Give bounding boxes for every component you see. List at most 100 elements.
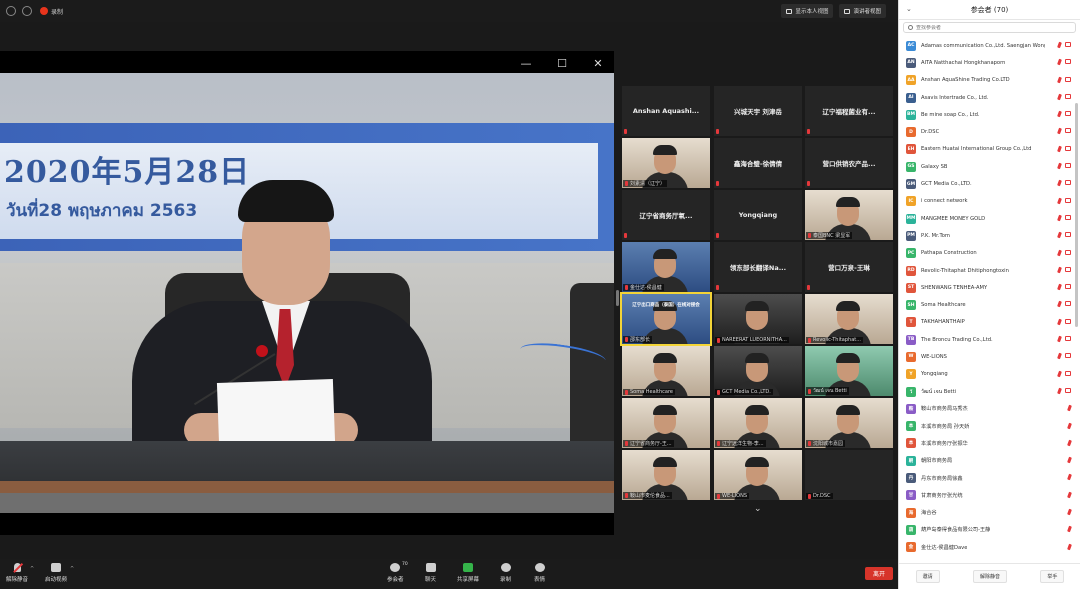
shield-icon[interactable] bbox=[22, 6, 32, 16]
participant-row[interactable]: MM MANGMEE MONEY GOLD bbox=[899, 210, 1080, 227]
participant-row[interactable]: 金金仕达-侯昌健Dave bbox=[899, 539, 1080, 556]
participant-row[interactable]: RD Revolic-Thitaphat Dhitiphongtoxin bbox=[899, 262, 1080, 279]
leave-meeting-button[interactable]: 离开 bbox=[865, 567, 893, 580]
video-options-chevron-icon[interactable]: ^ bbox=[70, 566, 74, 572]
gallery-tile[interactable]: 鑫海合璧-徐倩倩 bbox=[714, 138, 802, 188]
participant-search[interactable] bbox=[903, 22, 1076, 33]
gallery-tile[interactable]: Soma Healthcare bbox=[622, 346, 710, 396]
gallery-tile[interactable]: 沈阳城市嘉园 bbox=[805, 398, 893, 448]
gallery-tile[interactable]: 鞍山市麦伦食品... bbox=[622, 450, 710, 500]
tile-name-text: วัฒน์ เจน Betti bbox=[813, 388, 847, 394]
close-button[interactable]: ✕ bbox=[592, 57, 604, 70]
participant-row[interactable]: GM GCT Media Co.,LTD. bbox=[899, 175, 1080, 192]
participant-row[interactable]: AA Anshan AquaShine Trading Co.LTD bbox=[899, 72, 1080, 89]
participant-name: AITA Natthachai Hongkhanaporn bbox=[921, 59, 1006, 66]
tile-name-text: 邵东部长 bbox=[630, 337, 651, 343]
participant-row[interactable]: AC Adamas communication Co.,Ltd. Saengjan… bbox=[899, 37, 1080, 54]
gallery-tile[interactable]: 辽宁远洋生物-李... bbox=[714, 398, 802, 448]
avatar: Y bbox=[906, 369, 916, 380]
participant-row[interactable]: 朝朝阳市商务局 bbox=[899, 452, 1080, 469]
gallery-tile[interactable]: 刘素清（辽宁） bbox=[622, 138, 710, 188]
desk-edge bbox=[0, 481, 614, 493]
participant-row[interactable]: 鞍鞍山市商务局马秀杰 bbox=[899, 400, 1080, 417]
participant-row[interactable]: AI Asavis Intertrade Co., Ltd. bbox=[899, 89, 1080, 106]
maximize-button[interactable]: ☐ bbox=[556, 57, 568, 70]
participant-row[interactable]: 本本溪市商务局 孙天娇 bbox=[899, 418, 1080, 435]
participant-row[interactable]: T TAKHAHANTHAIP bbox=[899, 314, 1080, 331]
gallery-tile[interactable]: Anshan Aquashi... bbox=[622, 86, 710, 136]
participant-row[interactable]: 本本溪市商务厅张振华 bbox=[899, 435, 1080, 452]
info-icon[interactable] bbox=[6, 6, 16, 16]
raise-hand-button[interactable]: 举手 bbox=[1040, 570, 1065, 583]
microphone-muted-icon bbox=[1057, 370, 1062, 377]
gallery-tile[interactable]: 辽宁出口商品（泰国）在线对接会 邵东部长 bbox=[620, 292, 712, 346]
avatar: AC bbox=[906, 40, 916, 51]
invite-button[interactable]: 邀请 bbox=[915, 570, 940, 583]
gallery-tile[interactable]: 金仕达-侯昌健 bbox=[622, 242, 710, 292]
participant-name: P.K. Mr.Tom bbox=[921, 232, 950, 239]
participant-row[interactable]: 海海合谷 bbox=[899, 504, 1080, 521]
participant-name: Pathapa Construction bbox=[921, 250, 977, 257]
participants-scrollbar[interactable] bbox=[1075, 103, 1078, 327]
gallery-drag-handle[interactable] bbox=[616, 290, 619, 306]
participant-row[interactable]: 丹丹东市商务局徐鑫 bbox=[899, 469, 1080, 486]
video-off-icon bbox=[1065, 163, 1071, 169]
gallery-tile[interactable]: WE-LIONS bbox=[714, 450, 802, 500]
participant-row[interactable]: D Dr.DSC bbox=[899, 123, 1080, 140]
mute-button[interactable]: 解除静音 bbox=[6, 563, 28, 583]
gallery-tile[interactable]: GCT Media Co.,LTD. bbox=[714, 346, 802, 396]
participant-row[interactable]: AN AITA Natthachai Hongkhanaporn bbox=[899, 54, 1080, 71]
gallery-tile[interactable]: NAREERAT LUEORNITHA... bbox=[714, 294, 802, 344]
microphone-muted-icon bbox=[1057, 76, 1062, 83]
gallery-tile[interactable]: 兴城天宇 刘津岳 bbox=[714, 86, 802, 136]
gallery-tile[interactable]: 营口万泉-王琳 bbox=[805, 242, 893, 292]
participant-row[interactable]: 葫葫芦岛泰得食品有限公司-王静 bbox=[899, 521, 1080, 538]
microphone-muted-icon bbox=[808, 233, 811, 238]
participant-row[interactable]: BM Be mine soap Co., Ltd. bbox=[899, 106, 1080, 123]
avatar: SH bbox=[906, 300, 916, 311]
gallery-tile[interactable]: Revolic-Thitaphat... bbox=[805, 294, 893, 344]
gallery-tile[interactable]: 泰国BNC 梁显军 bbox=[805, 190, 893, 240]
participant-row[interactable]: วั วัฒน์ เจน Betti bbox=[899, 383, 1080, 400]
collapse-panel-chevron-icon[interactable]: ⌄ bbox=[906, 5, 912, 13]
participant-status-icons bbox=[1057, 180, 1071, 187]
record-button[interactable]: 录制 bbox=[500, 563, 511, 583]
gallery-tile[interactable]: 辽宁省商务厅-王... bbox=[622, 398, 710, 448]
participant-status-icons bbox=[1057, 353, 1071, 360]
reactions-button[interactable]: 表情 bbox=[534, 563, 545, 583]
microphone-muted-icon bbox=[1057, 353, 1062, 360]
gallery-tile[interactable]: Dr.DSC bbox=[805, 450, 893, 500]
microphone-muted-icon bbox=[1057, 318, 1062, 326]
gallery-next-page-icon[interactable]: ⌄ bbox=[754, 504, 762, 514]
gallery-tile[interactable]: 营口供销农产品... bbox=[805, 138, 893, 188]
gallery-tile[interactable]: Yongqiang bbox=[714, 190, 802, 240]
participant-row[interactable]: EH Eastern Huatai International Group Co.… bbox=[899, 141, 1080, 158]
gallery-tile[interactable]: วัฒน์ เจน Betti bbox=[805, 346, 893, 396]
participant-row[interactable]: Y Yongqiang bbox=[899, 366, 1080, 383]
participant-search-input[interactable] bbox=[916, 24, 1066, 31]
participant-name: Soma Healthcare bbox=[921, 302, 966, 309]
chat-button[interactable]: 聊天 bbox=[425, 563, 436, 583]
start-video-button[interactable]: 启动视频 bbox=[45, 563, 67, 583]
video-off-icon bbox=[1065, 93, 1071, 99]
audio-options-chevron-icon[interactable]: ^ bbox=[30, 566, 34, 572]
show-self-view-button[interactable]: 显示本人视图 bbox=[781, 4, 834, 18]
gallery-tile[interactable]: 辽宁福程菌业有... bbox=[805, 86, 893, 136]
participant-row[interactable]: 甘甘肃商务厅张光统 bbox=[899, 487, 1080, 504]
tile-name-text: NAREERAT LUEORNITHA... bbox=[722, 337, 787, 343]
unmute-all-button[interactable]: 解除静音 bbox=[972, 570, 1007, 583]
participant-name: Be mine soap Co., Ltd. bbox=[921, 111, 980, 118]
share-screen-button[interactable]: 共享屏幕 bbox=[457, 563, 479, 583]
participant-row[interactable]: SH Soma Healthcare bbox=[899, 296, 1080, 313]
participant-row[interactable]: IC i connect network bbox=[899, 193, 1080, 210]
participant-row[interactable]: PM P.K. Mr.Tom bbox=[899, 227, 1080, 244]
gallery-tile[interactable]: 领东部长翻译Na... bbox=[714, 242, 802, 292]
gallery-tile[interactable]: 辽宁省商务厅氧... bbox=[622, 190, 710, 240]
minimize-button[interactable]: — bbox=[520, 57, 532, 70]
participant-row[interactable]: GS Galaxy SB bbox=[899, 158, 1080, 175]
speaker-view-button[interactable]: 演讲者视图 bbox=[839, 4, 886, 18]
participant-row[interactable]: ST SHENWANG TENHEA-AMY bbox=[899, 279, 1080, 296]
participant-row[interactable]: TB The Broncu Trading Co.,Ltd. bbox=[899, 331, 1080, 348]
participant-row[interactable]: PC Pathapa Construction bbox=[899, 245, 1080, 262]
participant-row[interactable]: W WE-LIONS bbox=[899, 348, 1080, 365]
